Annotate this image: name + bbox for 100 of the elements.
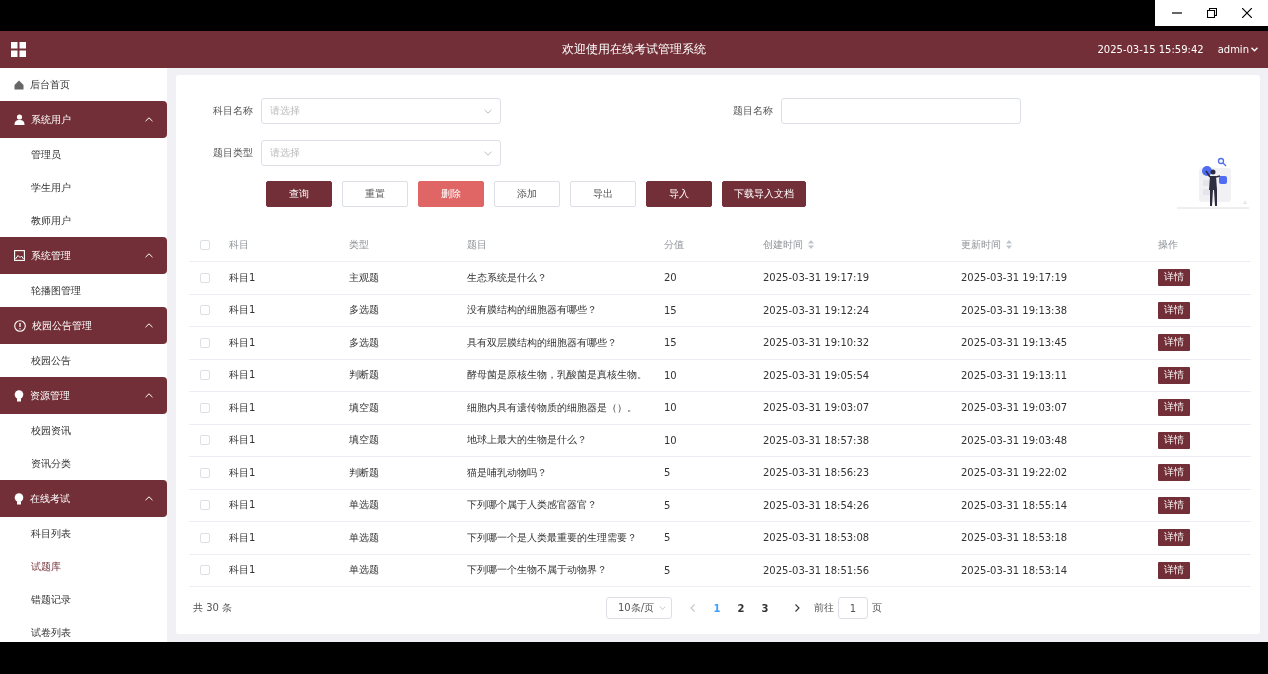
table-cell: 科目1: [229, 400, 256, 415]
total-count: 共 30 条: [193, 601, 234, 615]
table-cell: 科目1: [229, 530, 256, 545]
table-cell: 地球上最大的生物是什么？: [467, 433, 587, 448]
checkbox[interactable]: [199, 402, 210, 413]
detail-button[interactable]: 详情: [1158, 496, 1190, 514]
checkbox[interactable]: [199, 305, 210, 316]
sort-icon: [1006, 240, 1012, 249]
goto-label: 前往: [814, 601, 834, 615]
page-link[interactable]: 3: [753, 602, 777, 614]
chevron-down-icon: [484, 150, 492, 156]
checkbox[interactable]: [199, 370, 210, 381]
user-menu[interactable]: admin: [1217, 44, 1258, 55]
next-page-icon[interactable]: [795, 604, 800, 612]
sidebar-item[interactable]: 后台首页: [0, 68, 167, 101]
action-button[interactable]: 导出: [570, 181, 636, 207]
sidebar-item[interactable]: 管理员: [0, 138, 167, 171]
table-cell: 填空题: [349, 433, 379, 448]
sidebar-group[interactable]: 系统用户: [0, 101, 167, 138]
action-button[interactable]: 下载导入文档: [722, 181, 806, 207]
close-icon[interactable]: [1241, 8, 1252, 18]
column-header: 题目: [467, 237, 487, 252]
menu-icon[interactable]: [11, 42, 26, 57]
checkbox[interactable]: [199, 532, 210, 543]
table-cell: 科目1: [229, 368, 256, 383]
input-field[interactable]: [781, 98, 1021, 124]
action-button[interactable]: 查询: [266, 181, 332, 207]
sidebar-item[interactable]: 试题库: [0, 550, 167, 583]
detail-button[interactable]: 详情: [1158, 334, 1190, 352]
chevron-down-icon: [484, 108, 492, 114]
table-cell: 科目1: [229, 498, 256, 513]
table-cell: 猫是哺乳动物吗？: [467, 465, 547, 480]
table-cell: 2025-03-31 18:56:23: [763, 467, 870, 479]
table-cell: 2025-03-31 18:53:08: [763, 532, 870, 544]
table-cell: 5: [664, 564, 671, 576]
table-cell: 2025-03-31 19:13:38: [961, 304, 1068, 316]
table-cell: 没有膜结构的细胞器有哪些？: [467, 303, 597, 318]
sidebar-item[interactable]: 试卷列表: [0, 616, 167, 642]
checkbox[interactable]: [199, 500, 210, 511]
detail-button[interactable]: 详情: [1158, 301, 1190, 319]
table-cell: 2025-03-31 18:54:26: [763, 499, 870, 511]
caret-icon: [145, 253, 153, 258]
datetime: 2025-03-15 15:59:42: [1097, 44, 1204, 55]
detail-button[interactable]: 详情: [1158, 529, 1190, 547]
detail-button[interactable]: 详情: [1158, 399, 1190, 417]
sidebar-item[interactable]: 校园资讯: [0, 414, 167, 447]
sidebar-item[interactable]: 错题记录: [0, 583, 167, 616]
table-cell: 10: [664, 369, 677, 381]
sidebar-item[interactable]: 校园公告: [0, 344, 167, 377]
page-link[interactable]: 2: [729, 602, 753, 614]
lightbulb-icon: [14, 492, 24, 505]
table-cell: 判断题: [349, 465, 379, 480]
sidebar-group[interactable]: 校园公告管理: [0, 307, 167, 344]
checkbox[interactable]: [199, 565, 210, 576]
action-button[interactable]: 重置: [342, 181, 408, 207]
sidebar-item[interactable]: 科目列表: [0, 517, 167, 550]
table-cell: 具有双层膜结构的细胞器有哪些？: [467, 335, 617, 350]
chevron-down-icon: [659, 606, 666, 610]
action-button[interactable]: 添加: [494, 181, 560, 207]
detail-button[interactable]: 详情: [1158, 269, 1190, 287]
table-cell: 2025-03-31 18:53:14: [961, 564, 1068, 576]
table-cell: 细胞内具有遗传物质的细胞器是（）。: [467, 400, 637, 415]
detail-button[interactable]: 详情: [1158, 464, 1190, 482]
checkbox[interactable]: [199, 239, 210, 250]
page-input[interactable]: 1: [838, 597, 868, 619]
field-label: 题目类型: [212, 146, 254, 160]
field-label: 题目名称: [732, 104, 774, 118]
checkbox[interactable]: [199, 272, 210, 283]
table-cell: 下列哪一个是人类最重要的生理需要？: [467, 530, 637, 545]
action-button[interactable]: 导入: [646, 181, 712, 207]
sidebar-group[interactable]: 系统管理: [0, 237, 167, 274]
home-icon: [14, 79, 24, 90]
restore-icon[interactable]: [1206, 8, 1217, 18]
sidebar-item[interactable]: 轮播图管理: [0, 274, 167, 307]
table-cell: 单选题: [349, 530, 379, 545]
page-size-select[interactable]: 10条/页: [606, 597, 672, 619]
table-cell: 2025-03-31 19:17:19: [961, 272, 1068, 284]
checkbox[interactable]: [199, 435, 210, 446]
sort-icon: [808, 240, 814, 249]
table-cell: 多选题: [349, 303, 379, 318]
checkbox[interactable]: [199, 337, 210, 348]
column-header: 类型: [349, 237, 369, 252]
sidebar-item[interactable]: 学生用户: [0, 171, 167, 204]
detail-button[interactable]: 详情: [1158, 561, 1190, 579]
detail-button[interactable]: 详情: [1158, 431, 1190, 449]
previous-page-icon[interactable]: [690, 604, 695, 612]
sidebar-item[interactable]: 教师用户: [0, 204, 167, 237]
table-cell: 生态系统是什么？: [467, 270, 547, 285]
sidebar-group[interactable]: 在线考试: [0, 480, 167, 517]
table-cell: 科目1: [229, 465, 256, 480]
table-cell: 2025-03-31 19:03:07: [961, 402, 1068, 414]
column-header: 分值: [664, 237, 684, 252]
table-cell: 15: [664, 337, 677, 349]
image-icon: [14, 250, 25, 261]
sidebar-group[interactable]: 资源管理: [0, 377, 167, 414]
sidebar-item[interactable]: 资讯分类: [0, 447, 167, 480]
detail-button[interactable]: 详情: [1158, 366, 1190, 384]
column-header: 操作: [1158, 237, 1178, 252]
table-cell: 5: [664, 532, 671, 544]
checkbox[interactable]: [199, 467, 210, 478]
